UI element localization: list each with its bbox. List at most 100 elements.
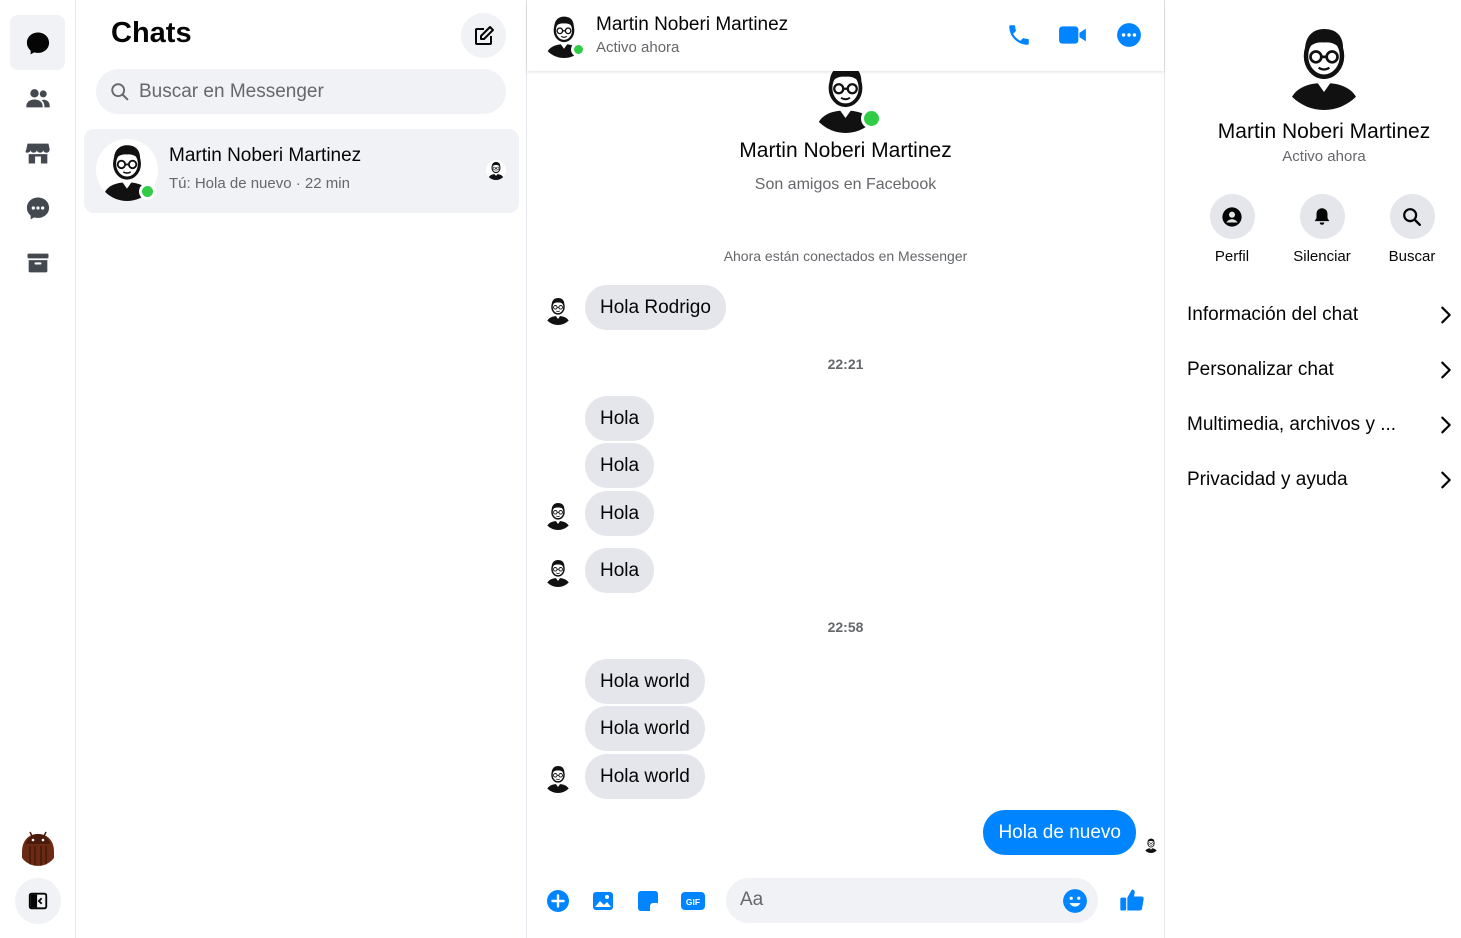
nerd-avatar-icon: [543, 557, 573, 587]
rail-chats[interactable]: [10, 15, 65, 70]
section-chat-info[interactable]: Información del chat: [1187, 295, 1457, 335]
details-contact-name: Martin Noberi Martinez: [1217, 120, 1431, 143]
sidebar-toggle-icon: [28, 892, 48, 910]
seen-indicator: [1143, 837, 1159, 853]
system-message: Ahora están conectados en Messenger: [723, 248, 968, 264]
sidebar-toggle-button[interactable]: [15, 878, 61, 924]
video-camera-icon: [1059, 26, 1086, 44]
gif-button[interactable]: GIF: [679, 887, 707, 915]
user-avatar[interactable]: [18, 826, 58, 866]
search-action[interactable]: Buscar: [1367, 194, 1457, 265]
search-action-button[interactable]: [1389, 194, 1435, 239]
gif-icon: GIF: [681, 892, 705, 910]
section-privacy-help[interactable]: Privacidad y ayuda: [1187, 460, 1457, 500]
phone-icon: [1009, 25, 1029, 45]
message-bubble-outgoing[interactable]: Hola de nuevo: [983, 810, 1136, 855]
message-bubble-incoming[interactable]: Hola world: [585, 659, 705, 704]
separator: ·: [295, 175, 301, 192]
intro-subtitle: Son amigos en Facebook: [754, 176, 937, 193]
video-call-button[interactable]: [1058, 20, 1088, 50]
plus-circle-icon: [547, 890, 569, 912]
marketplace-icon: [25, 143, 50, 163]
nerd-avatar-icon: [543, 500, 573, 530]
messenger-app: Chats Martin Noberi Martinez Tú: Hola de…: [0, 0, 1461, 938]
conversation-name: Martin Noberi Martinez: [169, 145, 362, 166]
sender-avatar: [543, 295, 573, 325]
conversation-details-panel: Martin Noberi Martinez Activo ahora Perf…: [1165, 0, 1461, 938]
timestamp: 22:58: [827, 619, 864, 635]
sender-avatar: [543, 763, 573, 793]
conversation-item[interactable]: Martin Noberi Martinez Tú: Hola de nuevo…: [84, 129, 519, 213]
mute-action-label: Silenciar: [1293, 248, 1351, 265]
seen-indicator: [486, 160, 506, 180]
conversation-info-button[interactable]: [1114, 20, 1144, 50]
section-media-files[interactable]: Multimedia, archivos y ...: [1187, 405, 1457, 445]
bell-icon: [1314, 207, 1330, 225]
android-avatar-icon: [18, 826, 58, 866]
message-bubble-incoming[interactable]: Hola: [585, 443, 655, 488]
more-actions-button[interactable]: [544, 887, 572, 915]
archive-icon: [27, 253, 48, 272]
section-label: Privacidad y ayuda: [1187, 469, 1348, 490]
left-rail: [0, 0, 76, 938]
emoji-icon[interactable]: [1062, 888, 1088, 914]
nerd-avatar-icon: [1279, 20, 1369, 110]
chevron-right-icon: [1441, 471, 1451, 489]
intro-contact-name: Martin Noberi Martinez: [739, 139, 952, 162]
nerd-avatar-icon: [486, 160, 506, 180]
message-bubble-incoming[interactable]: Hola: [585, 491, 655, 536]
header-status: Activo ahora: [596, 39, 680, 56]
section-label: Personalizar chat: [1187, 359, 1334, 380]
chat-bubble-icon: [26, 32, 49, 54]
rail-archive[interactable]: [10, 235, 65, 290]
profile-action-label: Perfil: [1214, 248, 1250, 265]
nerd-avatar-icon: [1143, 837, 1159, 853]
online-indicator: [571, 42, 586, 57]
online-indicator: [139, 183, 156, 200]
mute-action-button[interactable]: [1299, 194, 1345, 239]
rail-people[interactable]: [10, 70, 65, 125]
last-message-time: 22 min: [304, 175, 350, 192]
message-bubble-incoming[interactable]: Hola Rodrigo: [585, 285, 726, 330]
sticker-button[interactable]: [634, 887, 662, 915]
conversation-preview: Tú: Hola de nuevo · 22 min: [169, 175, 350, 192]
chevron-right-icon: [1441, 361, 1451, 379]
timestamp: 22:21: [827, 356, 864, 372]
svg-text:GIF: GIF: [686, 897, 700, 907]
search-bar[interactable]: [96, 69, 506, 114]
details-avatar: [1279, 20, 1369, 110]
online-indicator: [861, 108, 882, 129]
people-icon: [25, 88, 50, 107]
details-status: Activo ahora: [1282, 148, 1366, 165]
message-input[interactable]: [740, 889, 1050, 911]
chevron-right-icon: [1441, 416, 1451, 434]
attach-photo-button[interactable]: [589, 887, 617, 915]
nerd-avatar-icon: [543, 763, 573, 793]
section-customize-chat[interactable]: Personalizar chat: [1187, 350, 1457, 390]
rail-marketplace[interactable]: [10, 125, 65, 180]
message-bubble-incoming[interactable]: Hola: [585, 396, 655, 441]
chat-list-panel: Chats Martin Noberi Martinez Tú: Hola de…: [76, 0, 527, 938]
more-options-icon: [1117, 23, 1141, 47]
profile-action[interactable]: Perfil: [1187, 194, 1277, 265]
message-bubble-incoming[interactable]: Hola: [585, 548, 655, 593]
profile-action-button[interactable]: [1209, 194, 1255, 239]
section-label: Información del chat: [1187, 304, 1359, 325]
mute-action[interactable]: Silenciar: [1277, 194, 1367, 265]
image-icon: [593, 892, 613, 910]
section-label: Multimedia, archivos y ...: [1187, 414, 1397, 435]
new-message-button[interactable]: [461, 13, 506, 58]
sticker-icon: [638, 891, 658, 911]
message-requests-icon: [26, 197, 49, 219]
rail-message-requests[interactable]: [10, 180, 65, 235]
chevron-right-icon: [1441, 306, 1451, 324]
search-icon: [111, 82, 129, 100]
message-bubble-incoming[interactable]: Hola world: [585, 706, 705, 751]
like-button[interactable]: [1117, 885, 1147, 915]
header-contact-name[interactable]: Martin Noberi Martinez: [596, 14, 788, 36]
message-bubble-incoming[interactable]: Hola world: [585, 754, 705, 799]
voice-call-button[interactable]: [1004, 20, 1034, 50]
search-input[interactable]: [139, 80, 479, 103]
chats-title: Chats: [111, 17, 192, 49]
nerd-avatar-icon: [543, 295, 573, 325]
